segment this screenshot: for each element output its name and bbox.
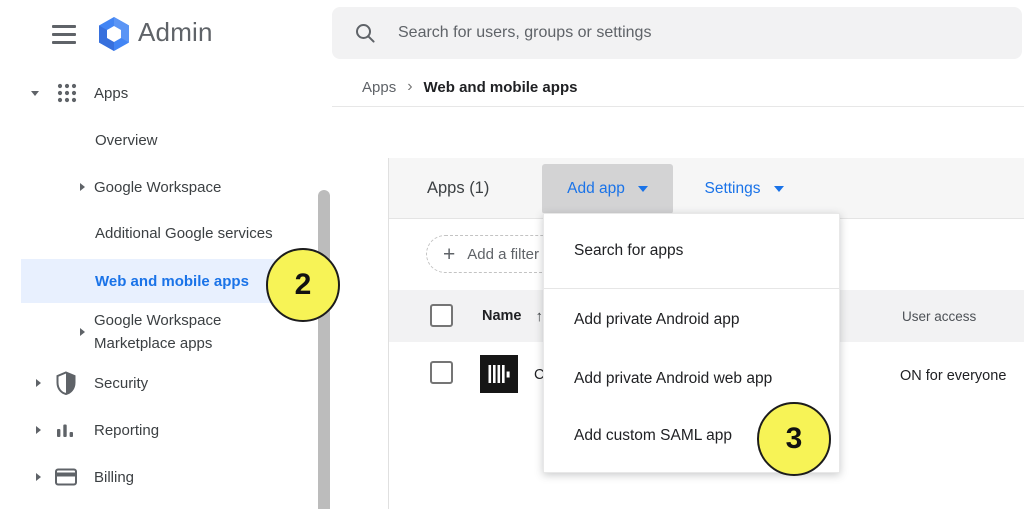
app-logo-icon (480, 355, 518, 393)
sidebar-item-label-line1: Google Workspace (94, 309, 221, 332)
search-input[interactable] (396, 23, 960, 43)
sidebar-item-label: Additional Google services (95, 225, 273, 242)
caret-right-icon[interactable] (80, 183, 85, 191)
sidebar-item-overview[interactable]: Overview (0, 120, 318, 160)
caret-right-icon[interactable] (80, 328, 85, 336)
breadcrumb-chevron-icon: › (407, 78, 412, 96)
column-header-name[interactable]: Name ↑ (482, 290, 543, 342)
sidebar-item-billing[interactable]: Billing (0, 457, 318, 497)
sidebar-item-label-line2: Marketplace apps (94, 332, 221, 355)
sidebar-item-label: Billing (94, 469, 134, 486)
breadcrumb: Apps › Web and mobile apps (362, 78, 577, 96)
sidebar-item-google-workspace[interactable]: Google Workspace (0, 167, 318, 207)
name-header-label: Name (482, 308, 522, 324)
caret-right-icon[interactable] (36, 473, 41, 481)
column-header-user-access: User access (902, 290, 976, 342)
shield-icon (55, 371, 77, 395)
search-icon (354, 22, 376, 44)
sidebar-item-label: Web and mobile apps (95, 273, 249, 290)
select-all-checkbox[interactable] (430, 304, 453, 327)
global-search-bar[interactable] (332, 7, 1022, 59)
settings-label: Settings (704, 180, 760, 198)
menu-item-search-for-apps[interactable]: Search for apps (544, 214, 839, 288)
sidebar-item-reporting[interactable]: Reporting (0, 410, 318, 450)
menu-hamburger-icon[interactable] (52, 25, 76, 49)
step-3-annotation-badge: 3 (757, 402, 831, 476)
sidebar-item-label: Apps (94, 85, 128, 102)
menu-item-add-private-android-web-app[interactable]: Add private Android web app (544, 351, 839, 407)
settings-button[interactable]: Settings (689, 164, 799, 214)
apps-count-title: Apps (1) (427, 158, 489, 218)
breadcrumb-current: Web and mobile apps (424, 79, 578, 96)
header-divider (332, 106, 1024, 107)
caret-down-icon[interactable] (31, 91, 39, 96)
sidebar-scrollbar[interactable] (318, 190, 330, 509)
breadcrumb-apps-link[interactable]: Apps (362, 79, 396, 96)
credit-card-icon (55, 468, 77, 486)
sidebar-item-label: Google Workspace (94, 179, 221, 196)
apps-toolbar: Apps (1) Add app Settings (389, 158, 1024, 219)
caret-right-icon[interactable] (36, 426, 41, 434)
caret-down-icon (638, 186, 648, 192)
add-app-button[interactable]: Add app (542, 164, 673, 214)
apps-grid-icon (56, 82, 78, 104)
sidebar-item-marketplace-apps[interactable]: Google Workspace Marketplace apps (0, 308, 318, 356)
sidebar-item-label: Overview (95, 132, 158, 149)
user-access-value: ON for everyone (900, 368, 1006, 384)
bar-chart-icon (55, 420, 75, 440)
admin-logo-icon[interactable] (96, 15, 132, 53)
sidebar-item-additional-google-services[interactable]: Additional Google services (0, 213, 318, 253)
admin-console-screen: Admin Apps › Web and mobile apps Apps Ov… (0, 0, 1024, 509)
sort-ascending-icon[interactable]: ↑ (536, 308, 544, 325)
sidebar-item-label: Security (94, 375, 148, 392)
sidebar-item-label: Reporting (94, 422, 159, 439)
brand-title: Admin (138, 17, 213, 48)
caret-right-icon[interactable] (36, 379, 41, 387)
sidebar-item-apps-root[interactable]: Apps (0, 73, 318, 113)
sidebar-item-security[interactable]: Security (0, 363, 318, 403)
plus-icon: + (443, 244, 455, 265)
row-checkbox[interactable] (430, 361, 453, 384)
menu-item-add-private-android-app[interactable]: Add private Android app (544, 289, 839, 351)
add-app-label: Add app (567, 180, 625, 198)
caret-down-icon (774, 186, 784, 192)
step-2-annotation-badge: 2 (266, 248, 340, 322)
add-filter-label: Add a filter (467, 246, 539, 263)
